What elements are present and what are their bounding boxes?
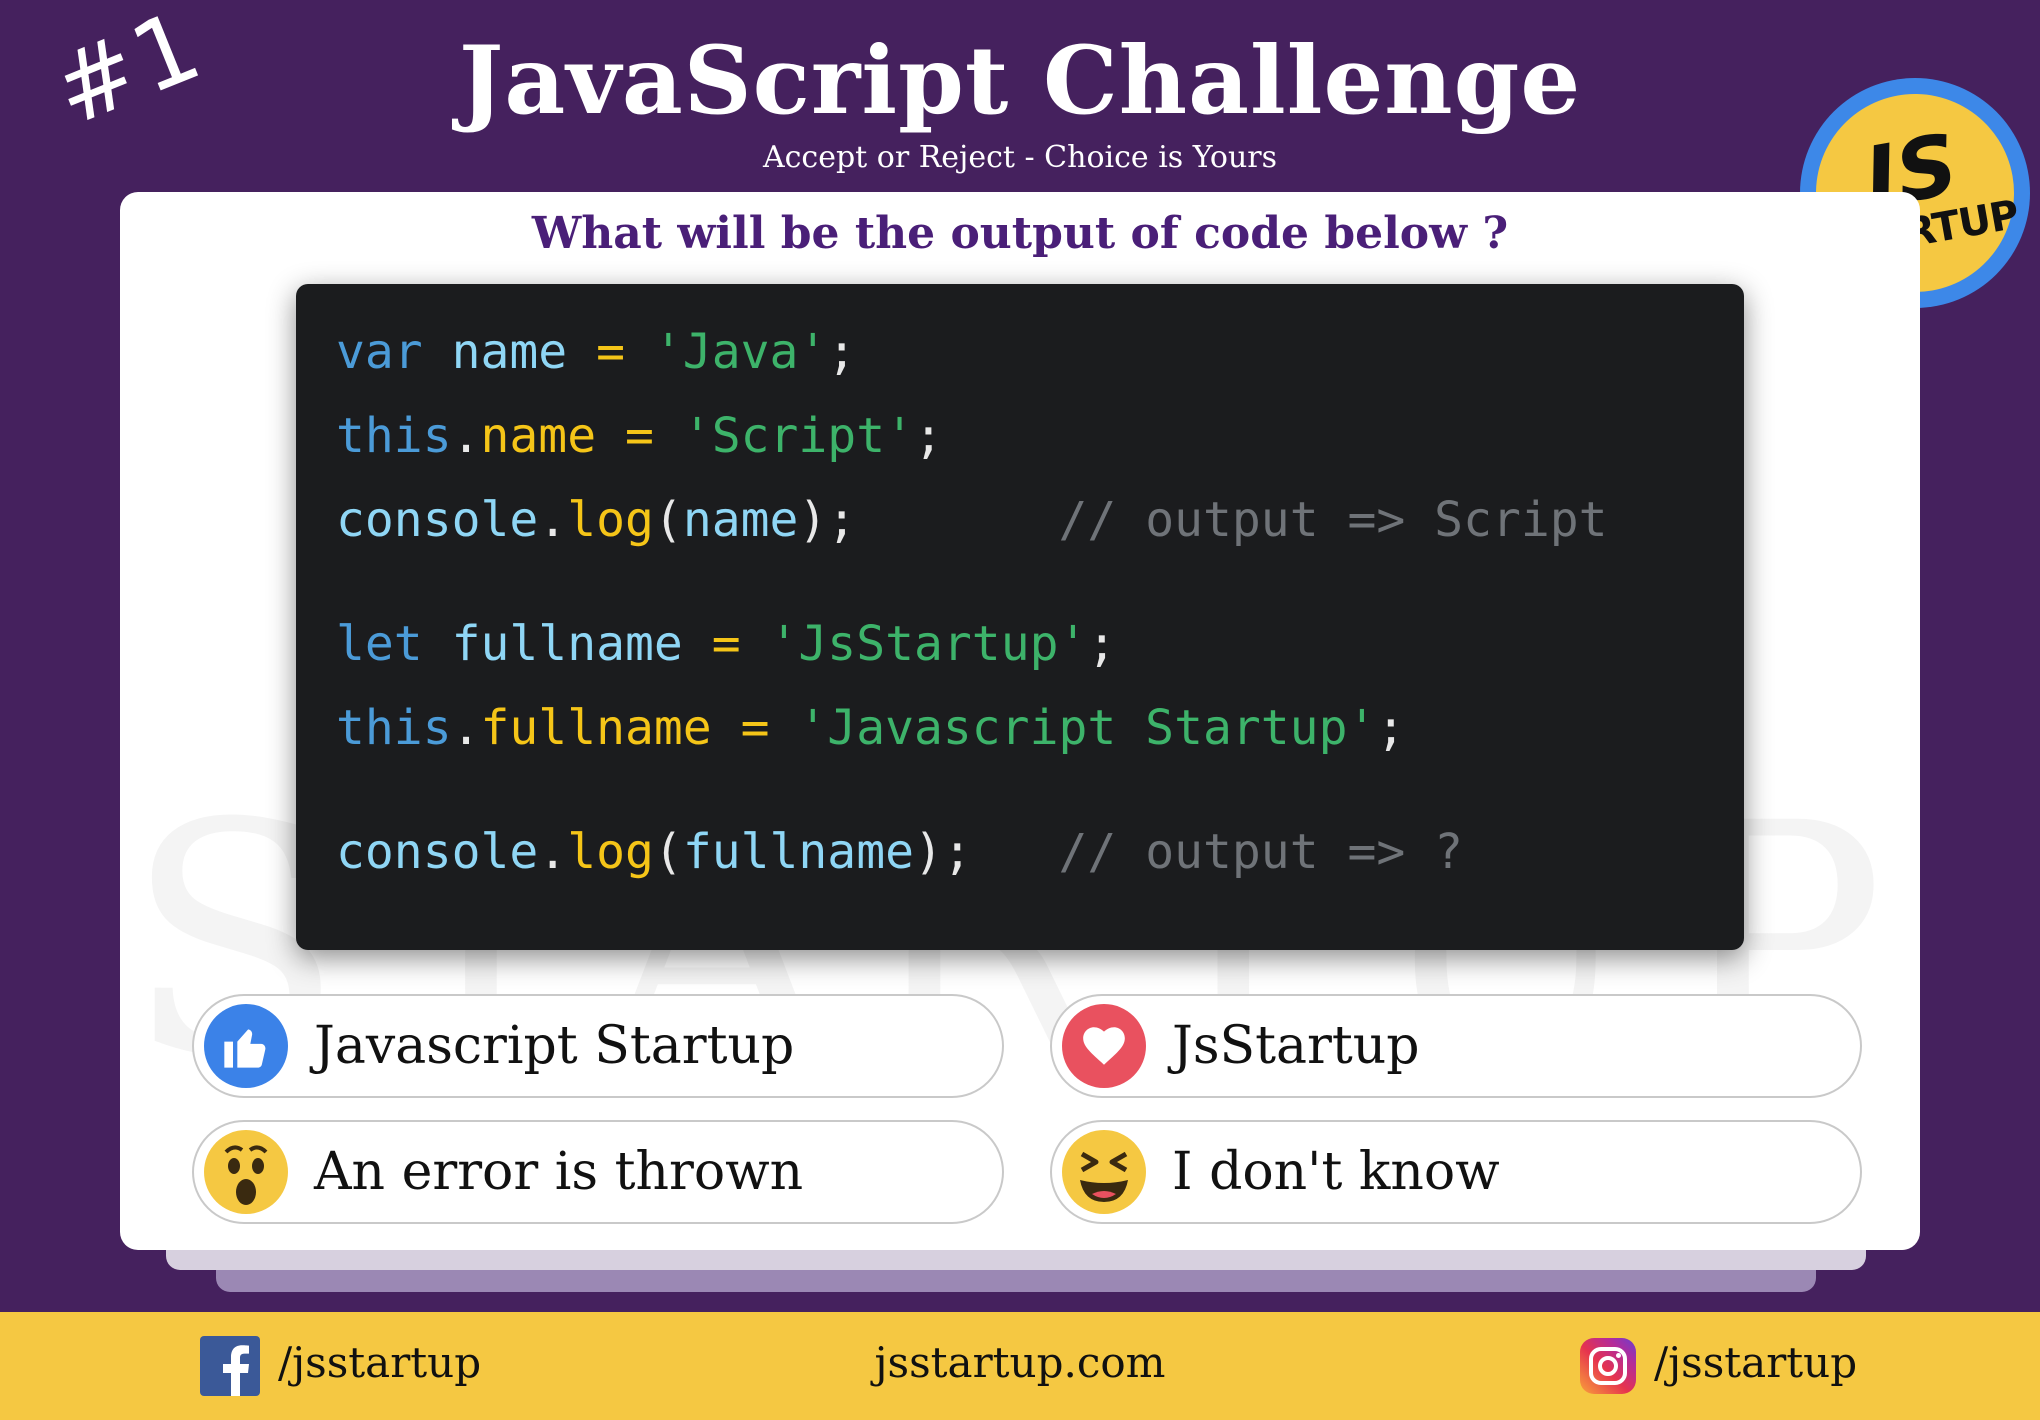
instagram-icon[interactable] — [1580, 1338, 1636, 1394]
code-line-5: this.fullname = 'Javascript Startup'; — [336, 700, 1406, 756]
challenge-card: JS STARTUP What will be the output of co… — [120, 192, 1920, 1250]
code-line-6: console.log(fullname); // output => ? — [336, 824, 1464, 880]
option-label: Javascript Startup — [314, 1016, 795, 1076]
heart-icon — [1062, 1004, 1146, 1088]
instagram-handle[interactable]: /jsstartup — [1654, 1338, 1857, 1387]
code-line-3: console.log(name); // output => Script — [336, 492, 1608, 548]
thumbs-up-icon — [204, 1004, 288, 1088]
code-comment: // output => ? — [1058, 824, 1464, 880]
footer-bar: /jsstartup jsstartup.com /jsstartup — [0, 1312, 2040, 1420]
question-text: What will be the output of code below ? — [531, 208, 1509, 259]
wow-face-icon — [204, 1130, 288, 1214]
page-subtitle: Accept or Reject - Choice is Yours — [762, 140, 1278, 175]
laughing-face-icon — [1062, 1130, 1146, 1214]
code-line-2: this.name = 'Script'; — [336, 408, 943, 464]
code-line-1: var name = 'Java'; — [336, 324, 857, 380]
option-label: An error is thrown — [314, 1142, 804, 1202]
option-error-thrown[interactable]: An error is thrown — [192, 1120, 1004, 1224]
code-line-4: let fullname = 'JsStartup'; — [336, 616, 1117, 672]
code-comment: // output => Script — [1058, 492, 1608, 548]
option-javascript-startup[interactable]: Javascript Startup — [192, 994, 1004, 1098]
page-title: JavaScript Challenge — [458, 26, 1582, 136]
option-label: I don't know — [1172, 1142, 1500, 1202]
option-label: JsStartup — [1172, 1016, 1420, 1076]
code-block: var name = 'Java'; this.name = 'Script';… — [296, 284, 1744, 950]
option-i-dont-know[interactable]: I don't know — [1050, 1120, 1862, 1224]
option-jsstartup[interactable]: JsStartup — [1050, 994, 1862, 1098]
